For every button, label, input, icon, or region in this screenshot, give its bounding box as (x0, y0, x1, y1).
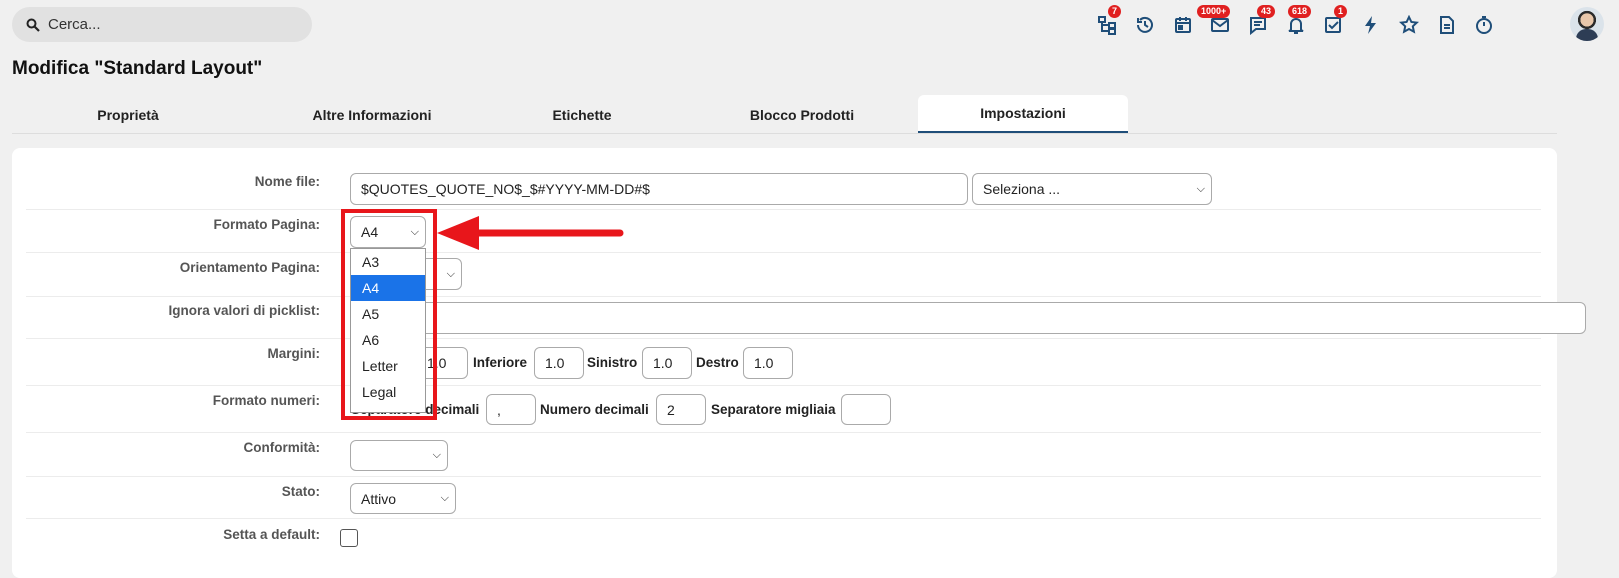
tasks-icon[interactable]: 1 (1320, 5, 1348, 38)
chevron-down-icon: ⌵ (432, 449, 441, 461)
destro-label: Destro (696, 355, 739, 370)
row-divider (26, 518, 1541, 519)
search-icon (26, 18, 40, 32)
search-placeholder: Cerca... (48, 16, 101, 33)
tab-impostazioni[interactable]: Impostazioni (918, 95, 1128, 134)
bell-badge: 618 (1288, 5, 1312, 18)
stopwatch-icon[interactable] (1471, 12, 1497, 38)
conformita-label: Conformità: (243, 440, 321, 455)
separatore-migliaia-label: Separatore migliaia (711, 402, 836, 417)
separatore-migliaia-input[interactable] (841, 394, 891, 425)
margine-inferiore-input[interactable]: 1.0 (534, 347, 584, 379)
nome-file-select-value: Seleziona ... (983, 181, 1061, 197)
separatore-decimali-input[interactable]: , (486, 394, 536, 425)
annotation-arrow-icon (437, 216, 624, 250)
hierarchy-badge: 7 (1108, 5, 1122, 18)
stato-select[interactable]: Attivo ⌵ (350, 483, 456, 514)
chevron-down-icon: ⌵ (446, 267, 455, 280)
margine-sinistro-input[interactable]: 1.0 (642, 347, 692, 379)
separatore-decimali-value: , (497, 401, 501, 418)
tasks-badge: 1 (1334, 5, 1348, 18)
lightning-icon[interactable] (1358, 12, 1384, 38)
history-icon[interactable] (1132, 12, 1158, 38)
search-bar[interactable]: Cerca... (12, 7, 312, 42)
formato-numeri-label: Formato numeri: (212, 393, 320, 408)
annotation-highlight-box (341, 209, 437, 420)
nome-file-value: $QUOTES_QUOTE_NO$_$#YYYY-MM-DD#$ (361, 181, 650, 197)
tab-altre-informazioni[interactable]: Altre Informazioni (270, 95, 474, 134)
star-icon[interactable] (1396, 12, 1422, 38)
calendar-icon[interactable] (1170, 12, 1196, 38)
row-divider (26, 252, 1541, 253)
tab-proprieta[interactable]: Proprietà (26, 95, 230, 134)
conformita-select[interactable]: ⌵ (350, 440, 448, 471)
margine-inferiore-value: 1.0 (545, 355, 565, 371)
default-label: Setta a default: (223, 527, 320, 542)
margine-destro-input[interactable]: 1.0 (743, 347, 793, 379)
document-icon[interactable] (1434, 12, 1460, 38)
numero-decimali-value: 2 (667, 401, 675, 418)
inferiore-label: Inferiore (473, 355, 528, 370)
chat-icon[interactable]: 43 (1245, 5, 1276, 38)
numero-decimali-input[interactable]: 2 (656, 394, 706, 425)
default-checkbox[interactable] (340, 529, 358, 547)
avatar[interactable] (1570, 7, 1604, 41)
ignora-label: Ignora valori di picklist: (168, 303, 320, 318)
row-divider (26, 476, 1541, 477)
mail-icon[interactable]: 1000+ (1197, 5, 1233, 38)
row-divider (26, 209, 1541, 210)
row-divider (26, 338, 1541, 339)
nome-file-label: Nome file: (254, 174, 320, 189)
tab-blocco-prodotti[interactable]: Blocco Prodotti (690, 95, 914, 134)
hierarchy-icon[interactable]: 7 (1094, 5, 1122, 38)
stato-label: Stato: (281, 484, 320, 499)
tab-divider (12, 133, 1557, 134)
row-divider (26, 385, 1541, 386)
tab-etichette[interactable]: Etichette (480, 95, 684, 134)
row-divider (26, 296, 1541, 297)
chat-badge: 43 (1257, 5, 1276, 18)
orientamento-label: Orientamento Pagina: (179, 260, 320, 275)
sinistro-label: Sinistro (587, 355, 638, 370)
margini-label: Margini: (267, 346, 321, 361)
nome-file-input[interactable]: $QUOTES_QUOTE_NO$_$#YYYY-MM-DD#$ (350, 173, 968, 205)
chevron-down-icon: ⌵ (440, 492, 449, 504)
margine-destro-value: 1.0 (754, 355, 774, 371)
margine-sinistro-value: 1.0 (653, 355, 673, 371)
numero-decimali-label: Numero decimali (540, 402, 649, 417)
stato-value: Attivo (361, 490, 397, 507)
bell-icon[interactable]: 618 (1283, 5, 1312, 38)
nome-file-select[interactable]: Seleziona ... ⌵ (972, 173, 1212, 205)
chevron-down-icon: ⌵ (1196, 182, 1205, 195)
row-divider (26, 432, 1541, 433)
page-title: Modifica "Standard Layout" (12, 58, 263, 79)
formato-pagina-label: Formato Pagina: (213, 217, 320, 232)
ignora-input[interactable] (350, 302, 1586, 334)
mail-badge: 1000+ (1197, 5, 1231, 18)
